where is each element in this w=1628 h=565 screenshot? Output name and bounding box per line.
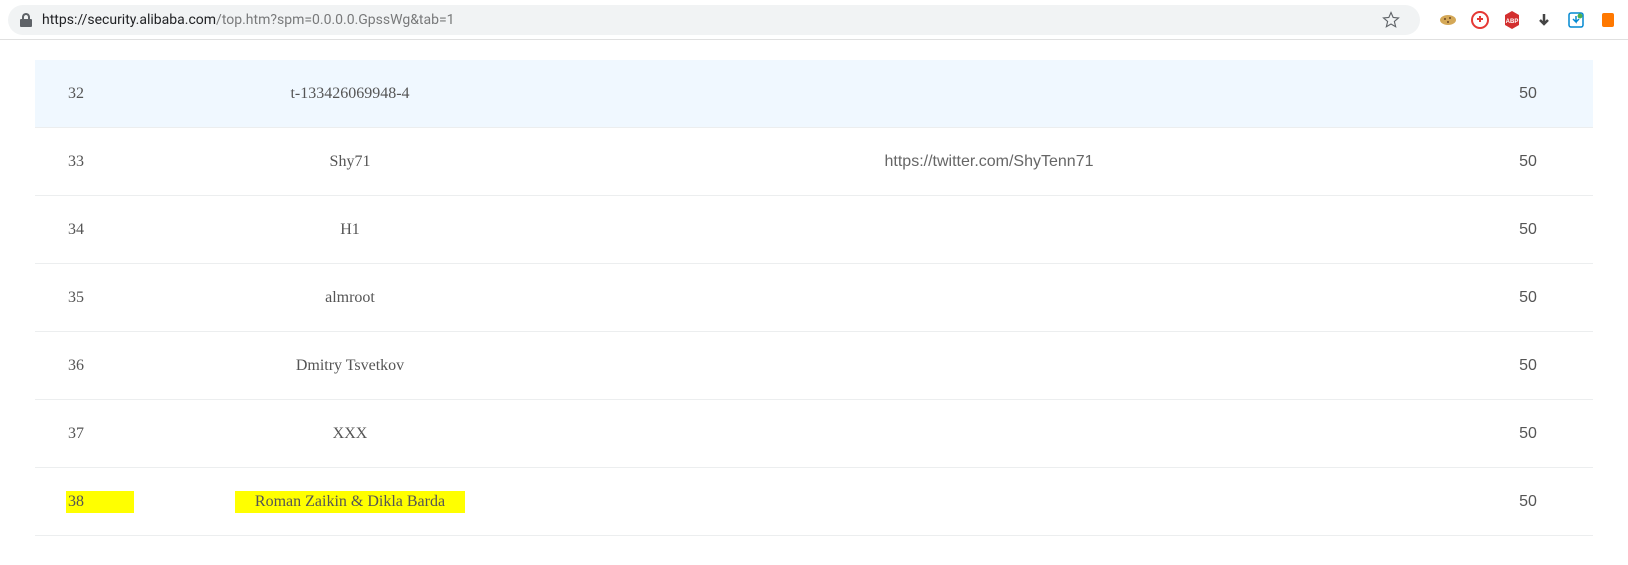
rank-cell: 34 — [35, 221, 185, 239]
extension-idm-icon[interactable] — [1566, 10, 1586, 30]
score-cell: 50 — [1463, 357, 1593, 375]
score-cell: 50 — [1463, 221, 1593, 239]
url-text: https://security.alibaba.com/top.htm?spm… — [42, 12, 455, 28]
svg-text:ABP: ABP — [1506, 19, 1519, 25]
name-cell: XXX — [185, 425, 515, 443]
table-row: 33Shy71https://twitter.com/ShyTenn7150 — [35, 128, 1593, 196]
rank-cell: 33 — [35, 153, 185, 171]
url-path: /top.htm?spm=0.0.0.0.GpssWg&tab=1 — [216, 12, 454, 28]
table-row: 38Roman Zaikin & Dikla Barda 50 — [35, 468, 1593, 536]
bookmark-star-icon[interactable] — [1374, 11, 1408, 29]
name-cell: Shy71 — [185, 153, 515, 171]
extension-cookie-icon[interactable] — [1438, 10, 1458, 30]
leaderboard-content: 32t-133426069948-45033Shy71https://twitt… — [0, 40, 1628, 536]
name-cell: almroot — [185, 289, 515, 307]
table-row: 32t-133426069948-4 50 — [35, 60, 1593, 128]
name-cell: H1 — [185, 221, 515, 239]
table-row: 34H1 50 — [35, 196, 1593, 264]
score-cell: 50 — [1463, 85, 1593, 103]
name-cell: Roman Zaikin & Dikla Barda — [185, 491, 515, 513]
rank-cell: 32 — [35, 85, 185, 103]
url-input-container[interactable]: https://security.alibaba.com/top.htm?spm… — [8, 5, 1420, 35]
extension-ublock-icon[interactable] — [1470, 10, 1490, 30]
score-cell: 50 — [1463, 153, 1593, 171]
table-row: 35almroot 50 — [35, 264, 1593, 332]
extension-icons: ABP — [1432, 10, 1620, 30]
score-cell: 50 — [1463, 493, 1593, 511]
rank-cell: 38 — [35, 491, 185, 513]
url-domain: https://security.alibaba.com — [42, 12, 216, 28]
link-cell[interactable]: https://twitter.com/ShyTenn71 — [515, 153, 1463, 171]
extension-download-icon[interactable] — [1534, 10, 1554, 30]
rank-cell: 35 — [35, 289, 185, 307]
rank-cell: 36 — [35, 357, 185, 375]
name-cell: Dmitry Tsvetkov — [185, 357, 515, 375]
extension-abp-icon[interactable]: ABP — [1502, 10, 1522, 30]
name-cell: t-133426069948-4 — [185, 85, 515, 103]
table-row: 37XXX 50 — [35, 400, 1593, 468]
score-cell: 50 — [1463, 425, 1593, 443]
rank-cell: 37 — [35, 425, 185, 443]
table-row: 36Dmitry Tsvetkov 50 — [35, 332, 1593, 400]
extension-orange-icon[interactable] — [1598, 10, 1618, 30]
browser-address-bar: https://security.alibaba.com/top.htm?spm… — [0, 0, 1628, 40]
lock-icon — [20, 13, 32, 27]
score-cell: 50 — [1463, 289, 1593, 307]
